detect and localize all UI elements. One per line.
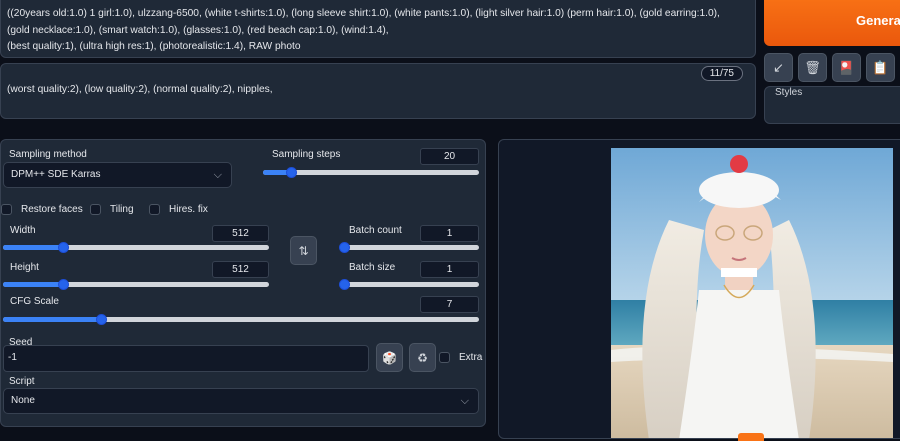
slider-fill — [3, 282, 64, 287]
sampling-steps-slider[interactable] — [263, 167, 479, 178]
positive-prompt-textarea[interactable]: ((20years old:1.0) 1 girl:1.0), ulzzang-… — [0, 0, 756, 58]
generated-image[interactable] — [499, 140, 900, 439]
checkbox-box[interactable] — [149, 204, 160, 215]
slider-fill — [3, 245, 64, 250]
sampling-method-select[interactable]: DPM++ SDE Karras ⌵ — [3, 162, 232, 188]
chevron-down-icon: ⌵ — [213, 169, 222, 181]
tiling-checkbox[interactable]: Tiling — [90, 204, 134, 215]
positive-prompt-text: ((20years old:1.0) 1 girl:1.0), ulzzang-… — [7, 8, 720, 53]
batch-count-slider[interactable] — [339, 242, 479, 253]
swap-dimensions-icon: ⇅ — [298, 243, 309, 258]
slider-thumb[interactable] — [96, 314, 108, 325]
clear-prompt-button[interactable]: 🗑 — [798, 53, 827, 82]
sampling-steps-input[interactable]: 20 — [420, 148, 479, 165]
width-input[interactable]: 512 — [212, 225, 269, 242]
slider-thumb[interactable] — [339, 279, 350, 290]
extra-seed-checkbox[interactable]: Extra — [439, 352, 482, 363]
extra-networks-button[interactable]: 🎴 — [832, 53, 861, 82]
tiling-label: Tiling — [110, 204, 134, 215]
sampling-method-value: DPM++ SDE Karras — [11, 169, 101, 180]
extra-networks-icon: 🎴 — [838, 59, 855, 75]
hires-fix-label: Hires. fix — [169, 204, 208, 215]
checkbox-box[interactable] — [1, 204, 12, 215]
batch-count-input[interactable]: 1 — [420, 225, 479, 242]
chevron-down-icon: ⌵ — [460, 395, 469, 407]
gallery-thumbnail[interactable] — [738, 433, 764, 441]
hires-fix-checkbox[interactable]: Hires. fix — [149, 204, 208, 215]
styles-label: Styles — [775, 87, 803, 98]
slider-thumb[interactable] — [58, 279, 70, 290]
styles-dropdown[interactable]: Styles — [764, 86, 900, 124]
slider-thumb[interactable] — [339, 242, 350, 253]
sampling-steps-label: Sampling steps — [272, 149, 341, 160]
cfg-scale-label: CFG Scale — [10, 296, 59, 307]
cfg-scale-input[interactable]: 7 — [420, 296, 479, 313]
slider-thumb[interactable] — [58, 242, 70, 253]
height-input[interactable]: 512 — [212, 261, 269, 278]
sampling-method-label: Sampling method — [9, 149, 87, 160]
slider-thumb[interactable] — [285, 167, 297, 178]
width-slider[interactable] — [3, 242, 269, 253]
script-label: Script — [9, 376, 35, 387]
output-gallery — [498, 139, 900, 439]
slider-fill — [3, 317, 102, 322]
batch-size-label: Batch size — [349, 262, 396, 273]
cfg-scale-slider[interactable] — [3, 314, 479, 325]
arrow-read-params-icon: ↙ — [773, 59, 784, 75]
reuse-seed-button[interactable]: ♻ — [409, 343, 436, 372]
restore-faces-checkbox[interactable]: Restore faces — [1, 204, 83, 215]
generate-button[interactable]: Generate — [764, 0, 900, 46]
batch-count-label: Batch count — [349, 225, 402, 236]
recycle-icon: ♻ — [417, 350, 428, 365]
negative-prompt-text: (worst quality:2), (low quality:2), (nor… — [7, 84, 273, 95]
batch-size-slider[interactable] — [339, 279, 479, 290]
height-slider[interactable] — [3, 279, 269, 290]
script-value: None — [11, 395, 35, 406]
clipboard-icon: 📋 — [872, 59, 889, 75]
width-label: Width — [10, 225, 36, 236]
negative-token-counter: 11/75 — [700, 66, 743, 81]
checkbox-box[interactable] — [90, 204, 101, 215]
batch-size-input[interactable]: 1 — [420, 261, 479, 278]
script-select[interactable]: None ⌵ — [3, 388, 479, 414]
txt2img-settings-panel: Sampling method DPM++ SDE Karras ⌵ Sampl… — [0, 139, 486, 427]
apply-style-button[interactable]: 📋 — [866, 53, 895, 82]
checkbox-box[interactable] — [439, 352, 450, 363]
read-params-button[interactable]: ↙ — [764, 53, 793, 82]
random-seed-button[interactable]: 🎲 — [376, 343, 403, 372]
swap-dimensions-button[interactable]: ⇅ — [290, 236, 317, 265]
generate-label: Generate — [856, 12, 900, 28]
dice-icon: 🎲 — [382, 350, 397, 365]
restore-faces-label: Restore faces — [21, 204, 83, 215]
negative-prompt-textarea[interactable]: 11/75 (worst quality:2), (low quality:2)… — [0, 63, 756, 119]
extra-label: Extra — [459, 352, 483, 363]
seed-input[interactable]: -1 — [3, 345, 369, 372]
trash-icon: 🗑 — [804, 59, 821, 75]
height-label: Height — [10, 262, 39, 273]
